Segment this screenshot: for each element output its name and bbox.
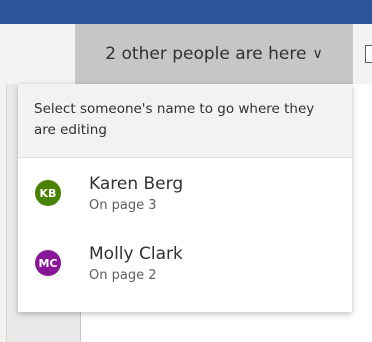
avatar: KB bbox=[35, 180, 61, 206]
dropdown-header: Select someone's name to go where they a… bbox=[18, 84, 352, 158]
presence-button[interactable]: 2 other people are here ∨ bbox=[75, 24, 353, 84]
person-name: Karen Berg bbox=[89, 174, 184, 194]
presence-dropdown: Select someone's name to go where they a… bbox=[18, 84, 352, 312]
avatar: MC bbox=[35, 250, 61, 276]
person-karen-berg[interactable]: KB Karen Berg On page 3 bbox=[18, 158, 352, 228]
person-status: On page 2 bbox=[89, 268, 157, 283]
chevron-down-icon: ∨ bbox=[312, 46, 323, 62]
navigation-strip bbox=[0, 84, 7, 342]
title-bar bbox=[0, 0, 372, 24]
person-molly-clark[interactable]: MC Molly Clark On page 2 bbox=[18, 228, 352, 298]
person-status: On page 3 bbox=[89, 198, 157, 213]
comment-icon[interactable] bbox=[365, 45, 372, 63]
presence-button-label: 2 other people are here bbox=[105, 44, 307, 64]
person-name: Molly Clark bbox=[89, 244, 183, 264]
